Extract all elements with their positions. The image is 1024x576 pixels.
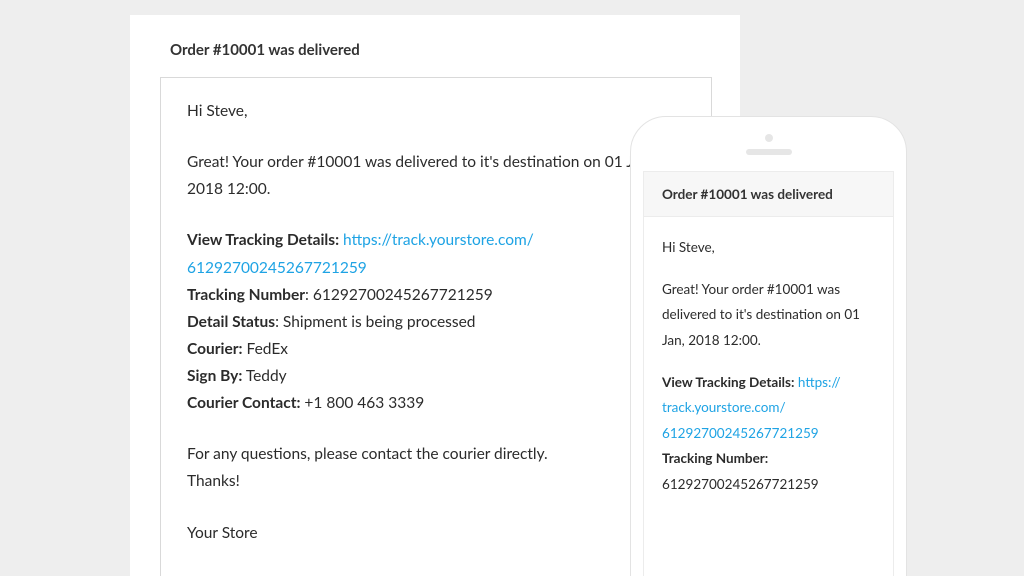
intro-paragraph: Great! Your order #10001 was delivered t… <box>187 149 685 203</box>
courier-contact-line: Courier Contact: +1 800 463 3339 <box>187 390 685 417</box>
courier-line: Courier: FedEx <box>187 336 685 363</box>
tracking-details-line: View Tracking Details: https://track.you… <box>187 227 685 254</box>
sign-by-label: Sign By: <box>187 367 242 385</box>
footer-line-2: Thanks! <box>187 468 685 495</box>
phone-speaker-icon <box>746 149 792 155</box>
mobile-tracking-details-label: View Tracking Details: <box>662 374 794 390</box>
mobile-tracking-url-link-1[interactable]: https:// <box>798 374 841 390</box>
sign-by-line: Sign By: Teddy <box>187 363 685 390</box>
mobile-intro-paragraph: Great! Your order #10001 was delivered t… <box>662 277 875 354</box>
mobile-tracking-url-link-2[interactable]: track.yourstore.com/ <box>662 399 786 415</box>
courier-contact-value: +1 800 463 3339 <box>300 394 424 412</box>
phone-top-hardware <box>631 117 906 171</box>
detail-status-label: Detail Status <box>187 313 275 331</box>
mobile-email-body: Hi Steve, Great! Your order #10001 was d… <box>644 217 893 498</box>
phone-camera-icon <box>765 134 773 142</box>
courier-contact-label: Courier Contact: <box>187 394 300 412</box>
phone-screen: Order #10001 was delivered Hi Steve, Gre… <box>643 171 894 576</box>
greeting: Hi Steve, <box>187 98 685 125</box>
tracking-url-link-line2[interactable]: 61292700245267721259 <box>187 259 367 277</box>
tracking-number-value: : 61292700245267721259 <box>305 286 493 304</box>
tracking-number-label: Tracking Number <box>187 286 305 304</box>
courier-label: Courier: <box>187 340 243 358</box>
signature: Your Store <box>187 520 685 547</box>
mobile-tracking-number-label: Tracking Number: <box>662 446 875 472</box>
tracking-url-link-line1[interactable]: https://track.yourstore.com/ <box>343 231 534 249</box>
footer-line-1: For any questions, please contact the co… <box>187 441 685 468</box>
mobile-greeting: Hi Steve, <box>662 235 875 261</box>
tracking-details-label: View Tracking Details: <box>187 231 339 249</box>
mobile-email-subject: Order #10001 was delivered <box>644 172 893 217</box>
mobile-tracking-number-value: 61292700245267721259 <box>662 472 875 498</box>
phone-mock: Order #10001 was delivered Hi Steve, Gre… <box>630 116 907 576</box>
sign-by-value: Teddy <box>242 367 286 385</box>
mobile-tracking-url-link-3[interactable]: 61292700245267721259 <box>662 425 819 441</box>
courier-value: FedEx <box>243 340 288 358</box>
tracking-number-line: Tracking Number: 61292700245267721259 <box>187 282 685 309</box>
detail-status-line: Detail Status: Shipment is being process… <box>187 309 685 336</box>
mobile-tracking-details-line: View Tracking Details: https:// <box>662 370 875 396</box>
detail-status-value: : Shipment is being processed <box>275 313 475 331</box>
email-subject: Order #10001 was delivered <box>160 41 712 59</box>
